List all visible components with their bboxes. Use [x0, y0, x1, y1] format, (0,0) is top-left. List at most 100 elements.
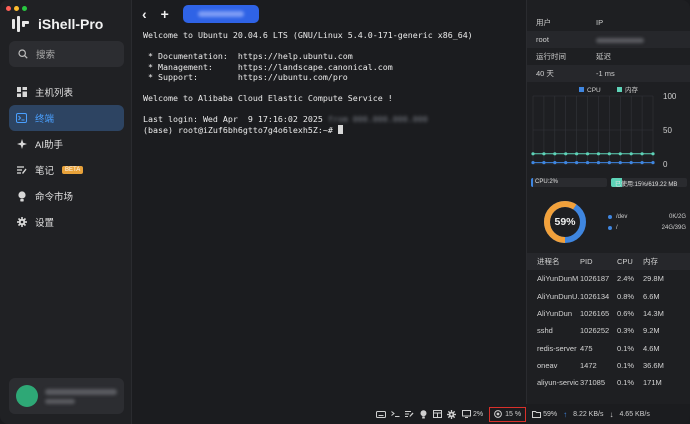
- process-mem: 29.8M: [643, 274, 664, 284]
- disk-path: /dev: [616, 213, 628, 220]
- memory-status[interactable]: 15 %: [489, 406, 527, 422]
- sidebar-item-ai[interactable]: AI助手: [9, 131, 124, 157]
- data-point: [564, 161, 568, 165]
- process-header-mem[interactable]: 内存: [643, 256, 683, 267]
- sidebar-item-label: 笔记: [35, 166, 55, 177]
- process-cpu: 0.1%: [617, 343, 635, 353]
- data-point: [596, 152, 601, 156]
- process-pid: 1472: [580, 360, 597, 370]
- cpu-status[interactable]: 2%: [462, 410, 483, 418]
- terminal-output[interactable]: Welcome to Ubuntu 20.04.6 LTS (GNU/Linux…: [143, 30, 523, 400]
- search-icon: [18, 49, 28, 59]
- close-window-button[interactable]: [6, 6, 11, 11]
- info-user-header: 用户: [536, 18, 551, 27]
- process-name: sshd: [537, 326, 553, 336]
- server-info: 用户 IP root 运行时间 延迟 40 天 -1 ms: [527, 14, 690, 82]
- sidebar-item-settings[interactable]: 设置: [9, 209, 124, 235]
- data-point: [651, 152, 655, 156]
- legend-label: 内存: [625, 85, 639, 94]
- process-pid: 1026252: [580, 326, 610, 336]
- table-row[interactable]: AliYunDunU... 1026134 0.8% 6.6M: [527, 288, 690, 305]
- arrow-up-icon: ↑: [563, 409, 568, 419]
- cpu-usage-label: CPU:2%: [535, 179, 559, 185]
- process-mem: 14.3M: [643, 309, 664, 319]
- sidebar-item-label: AI助手: [35, 140, 63, 151]
- back-button[interactable]: ‹: [142, 6, 147, 22]
- info-header-row-2: 运行时间 延迟: [527, 48, 690, 65]
- y-tick-label: 100: [663, 92, 677, 101]
- hosts-icon: [16, 87, 27, 98]
- terminal-line: * Management: https://landscape.canonica…: [143, 61, 393, 72]
- process-header-pid[interactable]: PID: [579, 257, 617, 266]
- table-row[interactable]: sshd 1026252 0.3% 9.2M: [527, 322, 690, 339]
- table-row[interactable]: AliYunDun 1026165 0.6% 14.3M: [527, 305, 690, 322]
- terminal-line: Welcome to Alibaba Cloud Elastic Compute…: [143, 93, 393, 103]
- search-input[interactable]: 搜索: [9, 41, 124, 67]
- terminal-cursor: [337, 124, 343, 134]
- table-row[interactable]: aliyun-service 371085 0.1% 171M: [527, 374, 690, 391]
- window-controls: [6, 6, 27, 11]
- data-point: [531, 152, 535, 156]
- sidebar-item-market[interactable]: 命令市场: [9, 183, 124, 209]
- snippets-icon[interactable]: [402, 408, 416, 420]
- info-ip-value-redacted: [596, 35, 644, 44]
- command-list-icon[interactable]: [388, 408, 402, 420]
- terminal-line: * Documentation: https://help.ubuntu.com: [143, 51, 353, 61]
- info-uptime-value: 40 天: [536, 69, 554, 78]
- process-name: redis-server: [537, 343, 577, 353]
- data-point: [553, 152, 557, 156]
- process-mem: 6.6M: [643, 291, 660, 301]
- data-point: [618, 152, 622, 156]
- data-point: [629, 161, 633, 165]
- table-row[interactable]: redis-server 475 0.1% 4.6M: [527, 339, 690, 356]
- process-name: oneav: [537, 360, 558, 370]
- keyboard-icon[interactable]: [374, 408, 388, 420]
- info-header-row: 用户 IP: [527, 14, 690, 31]
- tab-bar: ‹ +: [132, 0, 522, 28]
- layout-icon[interactable]: [430, 408, 444, 420]
- process-header-cpu[interactable]: CPU: [617, 257, 643, 266]
- table-row[interactable]: AliYunDunM... 1026187 2.4% 29.8M: [527, 270, 690, 287]
- sidebar: iShell-Pro 搜索 主机列表 终端 AI助手 笔记 BETA 命令市场 …: [0, 0, 132, 424]
- user-card[interactable]: [9, 378, 124, 414]
- y-tick-label: 50: [663, 126, 672, 135]
- lightbulb-icon[interactable]: [416, 408, 430, 420]
- data-point: [629, 152, 633, 156]
- download-status: ↓ 4.65 KB/s: [609, 410, 649, 419]
- process-pid: 1026165: [580, 309, 610, 319]
- process-cpu: 0.1%: [617, 360, 635, 370]
- minimize-window-button[interactable]: [14, 6, 19, 11]
- cpu-usage-fill: [531, 178, 533, 187]
- terminal-prompt: (base) root@iZuf6bh6gtto7g4o6lexh5Z:~#: [143, 124, 338, 135]
- tab-session[interactable]: [182, 5, 259, 23]
- data-point: [651, 161, 655, 165]
- disk-row: / 24G/39G: [608, 222, 686, 233]
- info-latency-header: 延迟: [596, 52, 611, 61]
- data-point: [542, 161, 546, 165]
- usage-bars: CPU:2% 已使用:15%/619.22 MB: [531, 178, 687, 188]
- disk-row: /dev 0K/2G: [608, 211, 686, 222]
- process-name: AliYunDunU...: [537, 291, 579, 301]
- data-point: [575, 161, 579, 165]
- process-cpu: 0.3%: [617, 326, 635, 336]
- data-point: [542, 152, 546, 156]
- info-value-row-2: 40 天 -1 ms: [527, 65, 690, 82]
- sidebar-item-hosts[interactable]: 主机列表: [9, 79, 124, 105]
- sidebar-item-notes[interactable]: 笔记 BETA: [9, 157, 124, 183]
- cpu-usage-bar: CPU:2%: [531, 178, 607, 187]
- app-logo-icon: [12, 16, 30, 32]
- info-latency-value: -1 ms: [596, 69, 615, 78]
- process-header-name[interactable]: 进程名: [527, 256, 579, 267]
- settings-icon[interactable]: [444, 408, 458, 420]
- process-header-row: 进程名 PID CPU 内存: [527, 253, 690, 271]
- maximize-window-button[interactable]: [22, 6, 27, 11]
- table-row[interactable]: oneav 1472 0.1% 36.6M: [527, 357, 690, 374]
- sidebar-item-label: 主机列表: [35, 88, 74, 99]
- sidebar-nav: 主机列表 终端 AI助手 笔记 BETA 命令市场 设置: [9, 79, 124, 235]
- market-icon: [16, 190, 27, 202]
- new-tab-button[interactable]: +: [161, 6, 169, 22]
- sidebar-item-terminal[interactable]: 终端: [9, 105, 124, 131]
- disk-status[interactable]: 59%: [532, 410, 557, 418]
- terminal-line: Welcome to Ubuntu 20.04.6 LTS (GNU/Linux…: [143, 30, 473, 40]
- data-point: [585, 161, 590, 165]
